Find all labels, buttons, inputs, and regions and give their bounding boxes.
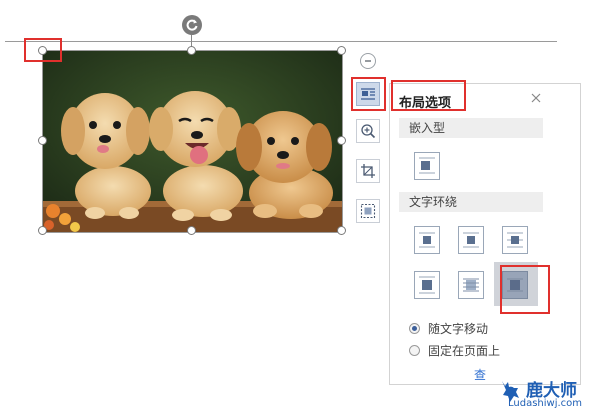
collapse-button[interactable] xyxy=(360,53,376,69)
wrap-option-inline[interactable] xyxy=(414,152,440,180)
crop-button[interactable] xyxy=(356,159,380,183)
resize-handle-top[interactable] xyxy=(187,46,196,55)
wrap-option-through[interactable] xyxy=(502,226,528,254)
zoom-button[interactable] xyxy=(356,119,380,143)
wrap-option-square[interactable] xyxy=(414,226,440,254)
wrap-square-icon xyxy=(419,232,435,248)
page-margin-line xyxy=(5,41,557,42)
radio-move-indicator[interactable] xyxy=(409,323,420,334)
wrap-option-behind-text[interactable] xyxy=(458,271,484,299)
wrap-behind-icon xyxy=(463,278,479,292)
rotate-handle[interactable] xyxy=(182,15,202,35)
highlight-panel-title xyxy=(391,80,466,111)
radio-fixed-label: 固定在页面上 xyxy=(428,344,501,358)
highlight-top-left-handle xyxy=(24,38,62,62)
wrap-through-icon xyxy=(507,232,523,248)
zoom-in-icon xyxy=(361,124,376,139)
resize-handle-left[interactable] xyxy=(38,136,47,145)
wrap-top-bottom-icon xyxy=(419,276,435,294)
wrap-option-top-bottom[interactable] xyxy=(414,271,440,299)
wrap-option-tight[interactable] xyxy=(458,226,484,254)
close-button[interactable] xyxy=(526,88,546,108)
radio-fixed-indicator[interactable] xyxy=(409,345,420,356)
inline-section-header: 嵌入型 xyxy=(399,118,543,138)
rotate-icon xyxy=(186,19,198,31)
resize-handle-bottom-left[interactable] xyxy=(38,226,47,235)
inline-layout-icon xyxy=(419,157,435,174)
close-icon xyxy=(531,93,541,103)
resize-handle-top-right[interactable] xyxy=(337,46,346,55)
puppies-image[interactable] xyxy=(42,50,343,233)
fit-frame-button[interactable] xyxy=(356,199,380,223)
minus-icon xyxy=(365,60,371,62)
wrap-tight-icon xyxy=(463,232,479,248)
highlight-layout-button xyxy=(351,77,386,111)
highlight-in-front-option xyxy=(500,265,550,314)
radio-fix-on-page[interactable]: 固定在页面上 xyxy=(409,342,500,359)
radio-move-with-text[interactable]: 随文字移动 xyxy=(409,320,488,337)
wrap-section-header: 文字环绕 xyxy=(399,192,543,212)
radio-move-label: 随文字移动 xyxy=(428,322,489,336)
crop-icon xyxy=(361,164,375,178)
resize-handle-bottom[interactable] xyxy=(187,226,196,235)
resize-handle-bottom-right[interactable] xyxy=(337,226,346,235)
layout-options-panel: 布局选项 嵌入型 文字环绕 随文字移动 固定在页面上 查 xyxy=(389,83,581,385)
resize-handle-right[interactable] xyxy=(337,136,346,145)
fit-frame-icon xyxy=(360,203,376,219)
view-more-link[interactable]: 查 xyxy=(474,366,486,383)
watermark-url: Ludashiwj.com xyxy=(508,398,583,409)
